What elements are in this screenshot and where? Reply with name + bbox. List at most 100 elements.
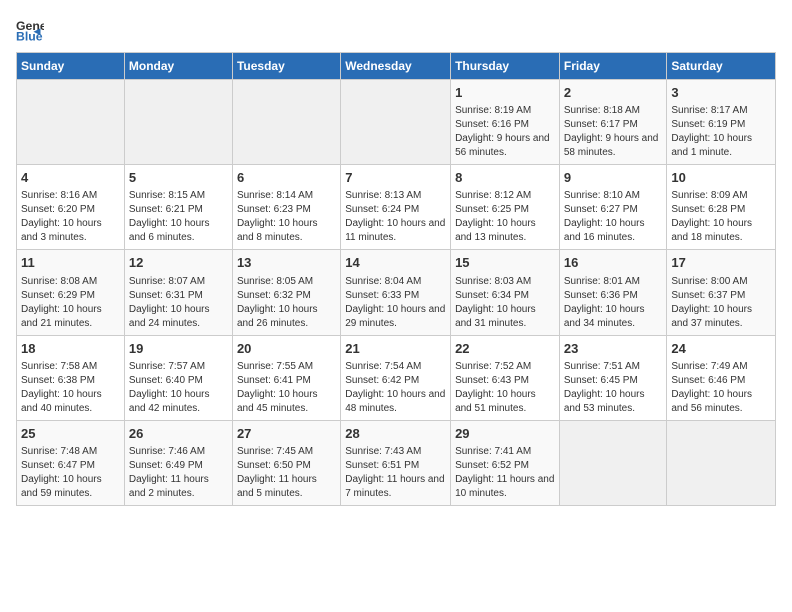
day-number: 27	[237, 425, 336, 443]
day-number: 24	[671, 340, 771, 358]
day-number: 6	[237, 169, 336, 187]
day-info: Sunrise: 8:05 AM Sunset: 6:32 PM Dayligh…	[237, 275, 336, 331]
calendar-cell: 11 Sunrise: 8:08 AM Sunset: 6:29 PM Dayli…	[17, 250, 125, 335]
day-info: Sunrise: 7:58 AM Sunset: 6:38 PM Dayligh…	[21, 360, 120, 416]
calendar-table: SundayMondayTuesdayWednesdayThursdayFrid…	[16, 52, 776, 506]
day-number: 14	[345, 254, 446, 272]
day-info: Sunrise: 7:43 AM Sunset: 6:51 PM Dayligh…	[345, 445, 446, 501]
calendar-cell: 4 Sunrise: 8:16 AM Sunset: 6:20 PM Daylig…	[17, 165, 125, 250]
day-info: Sunrise: 8:18 AM Sunset: 6:17 PM Dayligh…	[564, 104, 663, 160]
day-info: Sunrise: 8:07 AM Sunset: 6:31 PM Dayligh…	[129, 275, 228, 331]
svg-text:Blue: Blue	[16, 30, 43, 44]
day-number: 16	[564, 254, 663, 272]
day-number: 11	[21, 254, 120, 272]
calendar-cell: 18 Sunrise: 7:58 AM Sunset: 6:38 PM Dayli…	[17, 335, 125, 420]
day-number: 22	[455, 340, 555, 358]
calendar-cell: 9Sunrise: 8:10 AM Sunset: 6:27 PM Daylig…	[559, 165, 667, 250]
day-info: Sunrise: 8:09 AM Sunset: 6:28 PM Dayligh…	[671, 189, 771, 245]
week-row-0: 1 Sunrise: 8:19 AM Sunset: 6:16 PM Daylig…	[17, 80, 776, 165]
header-sunday: Sunday	[17, 53, 125, 80]
day-number: 1	[455, 84, 555, 102]
day-info: Sunrise: 7:52 AM Sunset: 6:43 PM Dayligh…	[455, 360, 555, 416]
day-number: 12	[129, 254, 228, 272]
calendar-cell: 6 Sunrise: 8:14 AM Sunset: 6:23 PM Daylig…	[232, 165, 340, 250]
header-monday: Monday	[124, 53, 232, 80]
calendar-cell	[559, 420, 667, 505]
day-info: Sunrise: 8:08 AM Sunset: 6:29 PM Dayligh…	[21, 275, 120, 331]
week-row-3: 18 Sunrise: 7:58 AM Sunset: 6:38 PM Dayli…	[17, 335, 776, 420]
calendar-cell	[341, 80, 451, 165]
header-saturday: Saturday	[667, 53, 776, 80]
calendar-cell: 19Sunrise: 7:57 AM Sunset: 6:40 PM Dayli…	[124, 335, 232, 420]
day-info: Sunrise: 7:46 AM Sunset: 6:49 PM Dayligh…	[129, 445, 228, 501]
header-friday: Friday	[559, 53, 667, 80]
day-number: 26	[129, 425, 228, 443]
day-info: Sunrise: 8:10 AM Sunset: 6:27 PM Dayligh…	[564, 189, 663, 245]
day-info: Sunrise: 7:49 AM Sunset: 6:46 PM Dayligh…	[671, 360, 771, 416]
week-row-4: 25 Sunrise: 7:48 AM Sunset: 6:47 PM Dayli…	[17, 420, 776, 505]
calendar-header: SundayMondayTuesdayWednesdayThursdayFrid…	[17, 53, 776, 80]
calendar-cell: 22 Sunrise: 7:52 AM Sunset: 6:43 PM Dayli…	[451, 335, 560, 420]
calendar-cell: 12 Sunrise: 8:07 AM Sunset: 6:31 PM Dayli…	[124, 250, 232, 335]
page-header: General Blue	[16, 16, 776, 44]
header-tuesday: Tuesday	[232, 53, 340, 80]
day-info: Sunrise: 8:14 AM Sunset: 6:23 PM Dayligh…	[237, 189, 336, 245]
day-number: 28	[345, 425, 446, 443]
day-number: 15	[455, 254, 555, 272]
calendar-cell: 14Sunrise: 8:04 AM Sunset: 6:33 PM Dayli…	[341, 250, 451, 335]
day-number: 18	[21, 340, 120, 358]
calendar-cell: 15 Sunrise: 8:03 AM Sunset: 6:34 PM Dayli…	[451, 250, 560, 335]
logo: General Blue	[16, 16, 48, 44]
day-info: Sunrise: 8:15 AM Sunset: 6:21 PM Dayligh…	[129, 189, 228, 245]
day-info: Sunrise: 7:48 AM Sunset: 6:47 PM Dayligh…	[21, 445, 120, 501]
calendar-cell	[17, 80, 125, 165]
day-info: Sunrise: 8:13 AM Sunset: 6:24 PM Dayligh…	[345, 189, 446, 245]
day-number: 8	[455, 169, 555, 187]
logo-icon: General Blue	[16, 16, 44, 44]
calendar-cell: 7 Sunrise: 8:13 AM Sunset: 6:24 PM Daylig…	[341, 165, 451, 250]
day-number: 21	[345, 340, 446, 358]
day-info: Sunrise: 7:57 AM Sunset: 6:40 PM Dayligh…	[129, 360, 228, 416]
calendar-cell	[667, 420, 776, 505]
day-info: Sunrise: 8:17 AM Sunset: 6:19 PM Dayligh…	[671, 104, 771, 160]
calendar-cell	[124, 80, 232, 165]
day-number: 25	[21, 425, 120, 443]
day-number: 10	[671, 169, 771, 187]
day-info: Sunrise: 8:12 AM Sunset: 6:25 PM Dayligh…	[455, 189, 555, 245]
week-row-2: 11 Sunrise: 8:08 AM Sunset: 6:29 PM Dayli…	[17, 250, 776, 335]
calendar-cell: 16 Sunrise: 8:01 AM Sunset: 6:36 PM Dayli…	[559, 250, 667, 335]
day-number: 3	[671, 84, 771, 102]
calendar-cell: 10 Sunrise: 8:09 AM Sunset: 6:28 PM Dayli…	[667, 165, 776, 250]
day-number: 7	[345, 169, 446, 187]
day-number: 29	[455, 425, 555, 443]
calendar-cell: 2Sunrise: 8:18 AM Sunset: 6:17 PM Daylig…	[559, 80, 667, 165]
calendar-cell: 13 Sunrise: 8:05 AM Sunset: 6:32 PM Dayli…	[232, 250, 340, 335]
day-info: Sunrise: 7:55 AM Sunset: 6:41 PM Dayligh…	[237, 360, 336, 416]
day-info: Sunrise: 8:19 AM Sunset: 6:16 PM Dayligh…	[455, 104, 555, 160]
calendar-cell	[232, 80, 340, 165]
calendar-cell: 3 Sunrise: 8:17 AM Sunset: 6:19 PM Daylig…	[667, 80, 776, 165]
day-info: Sunrise: 7:51 AM Sunset: 6:45 PM Dayligh…	[564, 360, 663, 416]
calendar-cell: 17 Sunrise: 8:00 AM Sunset: 6:37 PM Dayli…	[667, 250, 776, 335]
day-number: 4	[21, 169, 120, 187]
calendar-cell: 24 Sunrise: 7:49 AM Sunset: 6:46 PM Dayli…	[667, 335, 776, 420]
day-info: Sunrise: 8:16 AM Sunset: 6:20 PM Dayligh…	[21, 189, 120, 245]
day-info: Sunrise: 7:45 AM Sunset: 6:50 PM Dayligh…	[237, 445, 336, 501]
calendar-cell: 20 Sunrise: 7:55 AM Sunset: 6:41 PM Dayli…	[232, 335, 340, 420]
day-number: 20	[237, 340, 336, 358]
calendar-cell: 23Sunrise: 7:51 AM Sunset: 6:45 PM Dayli…	[559, 335, 667, 420]
calendar-cell: 28 Sunrise: 7:43 AM Sunset: 6:51 PM Dayli…	[341, 420, 451, 505]
day-number: 13	[237, 254, 336, 272]
day-number: 17	[671, 254, 771, 272]
week-row-1: 4 Sunrise: 8:16 AM Sunset: 6:20 PM Daylig…	[17, 165, 776, 250]
day-info: Sunrise: 8:03 AM Sunset: 6:34 PM Dayligh…	[455, 275, 555, 331]
day-info: Sunrise: 8:00 AM Sunset: 6:37 PM Dayligh…	[671, 275, 771, 331]
day-number: 5	[129, 169, 228, 187]
calendar-cell: 26 Sunrise: 7:46 AM Sunset: 6:49 PM Dayli…	[124, 420, 232, 505]
calendar-cell: 29Sunrise: 7:41 AM Sunset: 6:52 PM Dayli…	[451, 420, 560, 505]
calendar-cell: 5 Sunrise: 8:15 AM Sunset: 6:21 PM Daylig…	[124, 165, 232, 250]
day-info: Sunrise: 8:01 AM Sunset: 6:36 PM Dayligh…	[564, 275, 663, 331]
header-wednesday: Wednesday	[341, 53, 451, 80]
day-info: Sunrise: 7:54 AM Sunset: 6:42 PM Dayligh…	[345, 360, 446, 416]
calendar-cell: 27 Sunrise: 7:45 AM Sunset: 6:50 PM Dayli…	[232, 420, 340, 505]
